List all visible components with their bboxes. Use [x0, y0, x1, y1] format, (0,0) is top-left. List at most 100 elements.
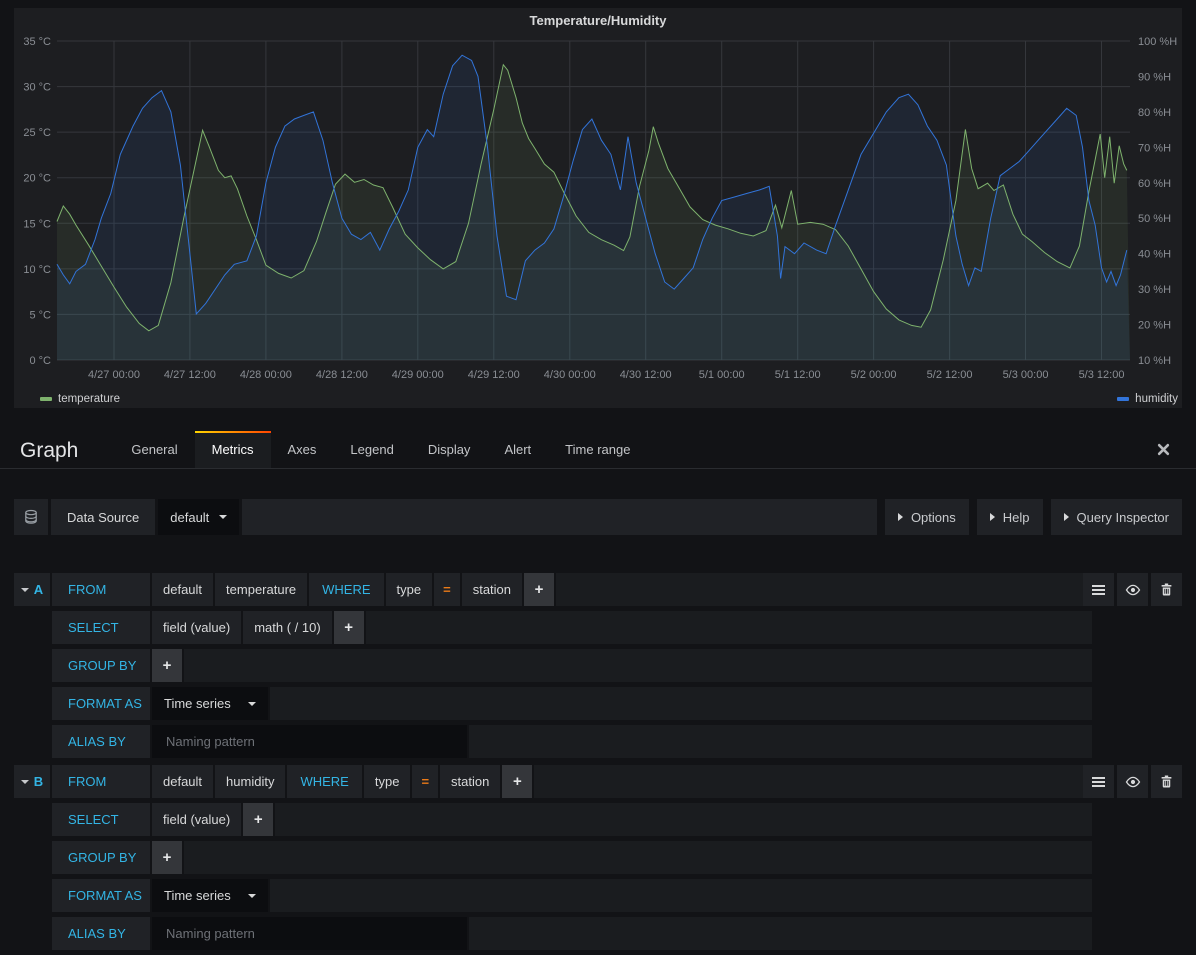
row-filler — [534, 765, 1092, 798]
chevron-right-icon — [1064, 513, 1069, 521]
chart-svg[interactable]: 0 °C5 °C10 °C15 °C20 °C25 °C30 °C35 °C10… — [14, 8, 1182, 410]
datasource-selected-value: default — [170, 510, 209, 525]
svg-text:0 °C: 0 °C — [29, 355, 51, 367]
format-as-value: Time series — [164, 888, 231, 903]
select-row: SELECT field (value) math ( / 10) + — [52, 611, 1092, 644]
tab-general[interactable]: General — [114, 431, 194, 468]
query-menu-button[interactable] — [1083, 765, 1114, 798]
svg-text:20 °C: 20 °C — [23, 173, 51, 185]
legend-swatch-temperature — [40, 397, 52, 401]
svg-text:4/30 00:00: 4/30 00:00 — [544, 369, 596, 381]
svg-text:10 %H: 10 %H — [1138, 355, 1171, 367]
tab-alert[interactable]: Alert — [487, 431, 548, 468]
tab-time-range[interactable]: Time range — [548, 431, 647, 468]
row-filler — [275, 803, 1092, 836]
select-field-part[interactable]: field (value) — [152, 611, 241, 644]
tab-legend[interactable]: Legend — [333, 431, 410, 468]
format-as-value: Time series — [164, 696, 231, 711]
trash-icon — [1159, 582, 1174, 597]
query-b-collapse-toggle[interactable]: B — [14, 765, 50, 798]
datasource-select[interactable]: default — [158, 499, 239, 535]
query-a-collapse-toggle[interactable]: A — [14, 573, 50, 606]
alias-by-input[interactable] — [152, 917, 467, 950]
row-filler — [184, 649, 1092, 682]
where-label: WHERE — [287, 765, 361, 798]
chevron-down-icon — [248, 702, 256, 706]
where-value-part[interactable]: station — [462, 573, 522, 606]
format-as-select[interactable]: Time series — [152, 687, 268, 720]
svg-text:70 %H: 70 %H — [1138, 142, 1171, 154]
panel-type-title: Graph — [20, 439, 78, 463]
add-where-button[interactable]: + — [524, 573, 554, 606]
from-label: FROM — [52, 765, 150, 798]
legend-item-temperature[interactable]: temperature — [40, 393, 120, 405]
chevron-down-icon — [219, 515, 227, 519]
query-delete-button[interactable] — [1151, 765, 1182, 798]
row-filler — [270, 687, 1092, 720]
query-toggle-visibility-button[interactable] — [1117, 765, 1148, 798]
add-where-button[interactable]: + — [502, 765, 532, 798]
svg-text:20 %H: 20 %H — [1138, 320, 1171, 332]
svg-text:15 °C: 15 °C — [23, 218, 51, 230]
query-toggle-visibility-button[interactable] — [1117, 573, 1148, 606]
from-datasource-part[interactable]: default — [152, 765, 213, 798]
query-delete-button[interactable] — [1151, 573, 1182, 606]
select-row: SELECT field (value) + — [52, 803, 1092, 836]
format-as-label: FORMAT AS — [52, 879, 150, 912]
datasource-row-filler — [242, 499, 877, 535]
select-label: SELECT — [52, 803, 150, 836]
query-a: A FROM default temperature WHERE type = … — [14, 573, 1182, 763]
alias-by-input[interactable] — [152, 725, 467, 758]
options-button[interactable]: Options — [885, 499, 969, 535]
alias-by-label: ALIAS BY — [52, 917, 150, 950]
query-inspector-button[interactable]: Query Inspector — [1051, 499, 1183, 535]
tab-metrics[interactable]: Metrics — [195, 431, 271, 468]
query-menu-button[interactable] — [1083, 573, 1114, 606]
add-group-by-button[interactable]: + — [152, 841, 182, 874]
query-ref-letter: A — [34, 582, 43, 597]
eye-icon — [1125, 774, 1141, 790]
add-select-button[interactable]: + — [243, 803, 273, 836]
svg-text:25 °C: 25 °C — [23, 127, 51, 139]
from-measurement-part[interactable]: temperature — [215, 573, 307, 606]
alias-by-row: ALIAS BY — [52, 725, 1092, 758]
where-operator-part[interactable]: = — [434, 573, 460, 606]
legend-label-temperature: temperature — [58, 393, 120, 405]
datasource-row: Data Source default Options Help Query I… — [14, 499, 1182, 535]
add-group-by-button[interactable]: + — [152, 649, 182, 682]
from-measurement-part[interactable]: humidity — [215, 765, 285, 798]
svg-text:60 %H: 60 %H — [1138, 178, 1171, 190]
panel-title[interactable]: Temperature/Humidity — [14, 13, 1182, 28]
chevron-right-icon — [990, 513, 995, 521]
select-label: SELECT — [52, 611, 150, 644]
select-math-part[interactable]: math ( / 10) — [243, 611, 331, 644]
legend-item-humidity[interactable]: humidity — [1117, 393, 1178, 405]
tab-display[interactable]: Display — [411, 431, 488, 468]
svg-text:5/2 12:00: 5/2 12:00 — [927, 369, 973, 381]
where-key-part[interactable]: type — [386, 573, 433, 606]
where-operator-part[interactable]: = — [412, 765, 438, 798]
svg-text:10 °C: 10 °C — [23, 264, 51, 276]
format-as-select[interactable]: Time series — [152, 879, 268, 912]
select-field-part[interactable]: field (value) — [152, 803, 241, 836]
row-filler — [366, 611, 1092, 644]
svg-text:4/28 00:00: 4/28 00:00 — [240, 369, 292, 381]
row-filler — [270, 879, 1092, 912]
svg-text:30 %H: 30 %H — [1138, 284, 1171, 296]
legend-swatch-humidity — [1117, 397, 1129, 401]
add-select-button[interactable]: + — [334, 611, 364, 644]
row-filler — [556, 573, 1092, 606]
tab-axes[interactable]: Axes — [271, 431, 334, 468]
query-b-actions — [1083, 765, 1182, 798]
row-filler — [469, 725, 1092, 758]
row-filler — [184, 841, 1092, 874]
close-icon[interactable] — [1157, 443, 1170, 456]
svg-text:40 %H: 40 %H — [1138, 249, 1171, 261]
where-label: WHERE — [309, 573, 383, 606]
help-button[interactable]: Help — [977, 499, 1043, 535]
from-datasource-part[interactable]: default — [152, 573, 213, 606]
where-value-part[interactable]: station — [440, 765, 500, 798]
svg-text:5/2 00:00: 5/2 00:00 — [851, 369, 897, 381]
where-key-part[interactable]: type — [364, 765, 411, 798]
group-by-label: GROUP BY — [52, 649, 150, 682]
